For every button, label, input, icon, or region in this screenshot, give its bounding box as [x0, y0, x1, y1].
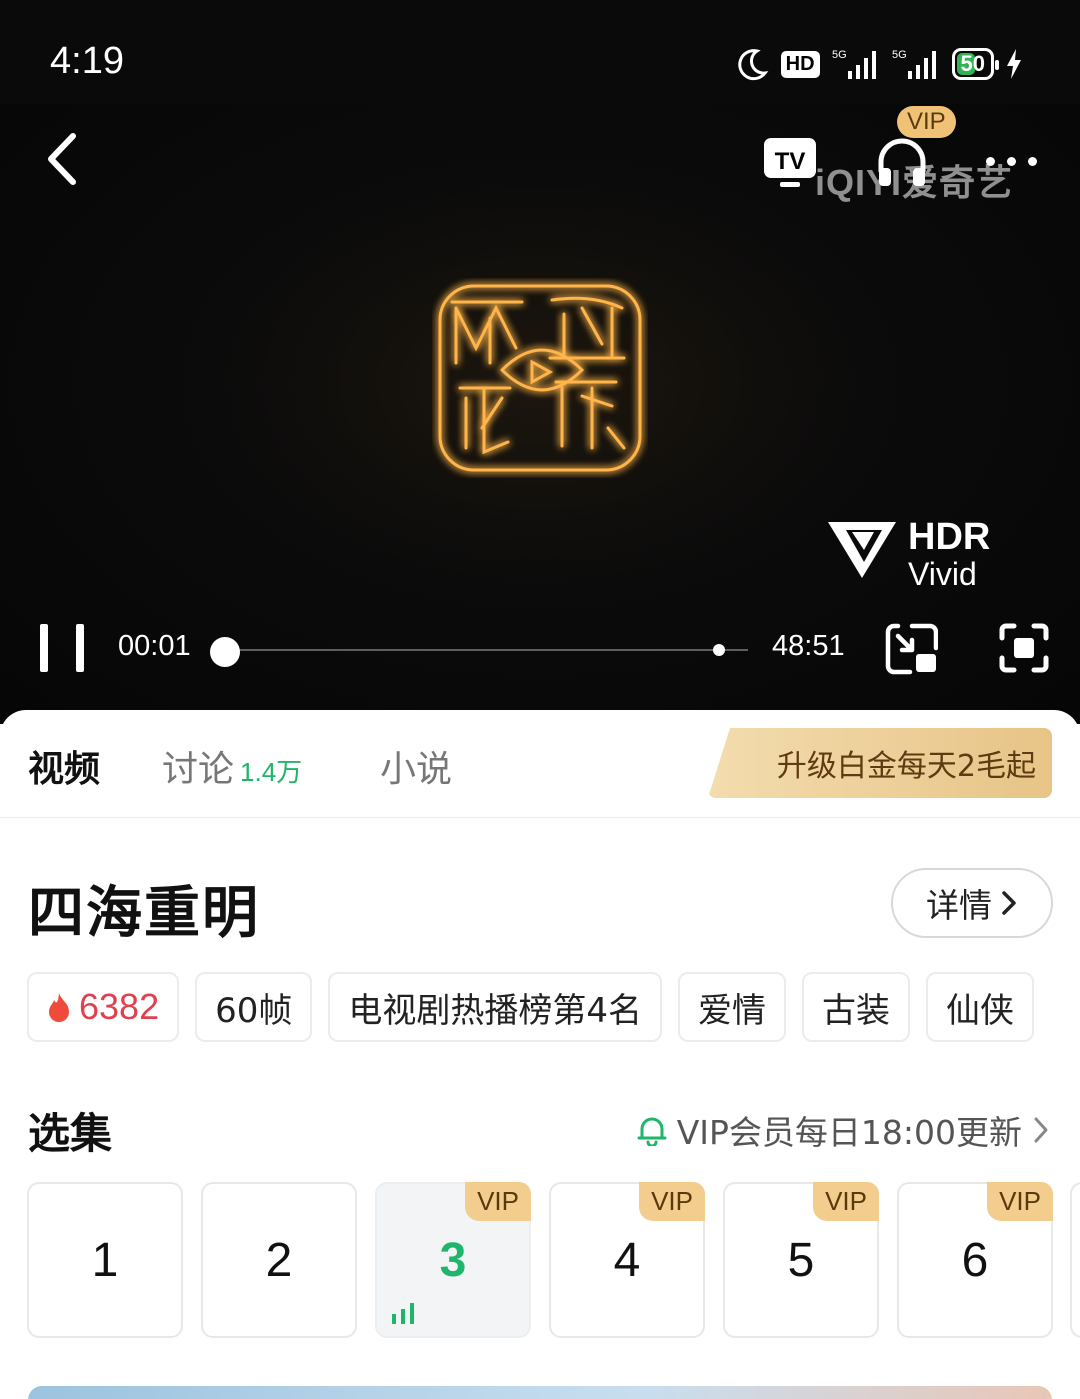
tag-label: 60帧 [215, 990, 293, 1031]
picture-in-picture-button[interactable] [884, 622, 939, 676]
signal-1-label: 5G [832, 49, 847, 61]
episode-item[interactable]: VIP 6 [897, 1182, 1053, 1338]
episode-vip-badge: VIP [639, 1182, 705, 1221]
episode-vip-badge: VIP [813, 1182, 879, 1221]
more-options-button[interactable] [986, 154, 1046, 168]
episode-item[interactable]: 1 [27, 1182, 183, 1338]
episode-item[interactable]: VIP 5 [723, 1182, 879, 1338]
cast-tv-button[interactable]: TV [762, 136, 818, 190]
tag-xianxia[interactable]: 仙侠 [926, 972, 1034, 1042]
pause-button[interactable] [40, 624, 86, 672]
hdr-vivid-logo-icon [828, 522, 896, 578]
episodes-heading: 选集 [28, 1109, 113, 1158]
content-panel: 视频 讨论 1.4万 小说 升级白金每天2毛起 四海重明 详情 6382 60帧 … [0, 710, 1080, 1399]
battery-level: 50 [960, 51, 985, 76]
upgrade-label: 升级白金每天2毛起 [776, 749, 1036, 784]
battery-indicator: 50 [951, 48, 1000, 80]
vivid-label: Vivid [908, 556, 977, 592]
pause-bar-icon [40, 624, 48, 672]
current-time: 00:01 [118, 630, 191, 662]
seek-marker [713, 644, 725, 656]
episode-number: 1 [91, 1233, 119, 1287]
chevron-right-icon [1002, 891, 1016, 915]
tab-novel-label: 小说 [380, 749, 453, 790]
status-icons: HD 5G 5G 50 [735, 44, 1022, 84]
episode-number: 3 [439, 1233, 467, 1287]
tab-discussion-label: 讨论 [162, 749, 235, 790]
episode-item-partial[interactable] [1070, 1182, 1080, 1338]
status-bar: 4:19 HD 5G 5G 50 [0, 0, 1080, 104]
fullscreen-button[interactable] [998, 622, 1050, 674]
duration: 48:51 [772, 630, 845, 662]
upgrade-platinum-button[interactable]: 升级白金每天2毛起 [708, 728, 1052, 798]
player-controls: 00:01 48:51 [0, 616, 1080, 686]
charging-icon [1006, 49, 1022, 79]
heat-value: 6382 [79, 986, 160, 1027]
vip-badge: VIP [897, 106, 956, 138]
episode-number: 6 [961, 1233, 989, 1287]
pause-bar-icon [76, 624, 84, 672]
discussion-count: 1.4万 [240, 757, 303, 787]
signal-icon-2: 5G [892, 47, 940, 81]
video-player[interactable]: TV iQIYI爱奇艺 VIP [0, 104, 1080, 724]
tab-video[interactable]: 视频 [28, 740, 100, 792]
update-note-text: VIP会员每日18:00更新 [676, 1113, 1022, 1152]
promo-banner[interactable] [28, 1386, 1052, 1399]
episode-item[interactable]: 2 [201, 1182, 357, 1338]
signal-2-label: 5G [892, 49, 907, 61]
seek-handle[interactable] [210, 637, 240, 667]
back-arrow-icon [48, 133, 76, 185]
tag-60fps[interactable]: 60帧 [195, 972, 313, 1042]
tag-romance[interactable]: 爱情 [678, 972, 786, 1042]
tab-discussion[interactable]: 讨论 1.4万 [162, 740, 302, 792]
moon-icon [735, 47, 769, 81]
tab-bar: 视频 讨论 1.4万 小说 升级白金每天2毛起 [0, 710, 1080, 818]
details-button[interactable]: 详情 [891, 868, 1053, 938]
audio-mode-button[interactable] [873, 132, 931, 190]
heat-tag[interactable]: 6382 [27, 972, 180, 1042]
tv-label: TV [775, 148, 806, 175]
seek-bar[interactable] [224, 649, 748, 651]
tag-ranking[interactable]: 电视剧热播榜第4名 [328, 972, 662, 1042]
episode-vip-badge: VIP [987, 1182, 1053, 1221]
update-schedule-link[interactable]: VIP会员每日18:00更新 [637, 1106, 1050, 1154]
tv-icon: TV [764, 138, 816, 187]
tag-label: 爱情 [698, 990, 766, 1031]
hd-voice-icon: HD [780, 50, 820, 78]
chevron-right-icon [1034, 1117, 1048, 1143]
tag-label: 仙侠 [946, 990, 1014, 1031]
network-audiovisual-seal-logo [438, 284, 642, 472]
more-dot-icon [986, 156, 995, 166]
episode-number: 5 [787, 1233, 815, 1287]
back-button[interactable] [38, 133, 88, 185]
hdr-label: HDR [908, 516, 991, 558]
tag-label: 电视剧热播榜第4名 [348, 990, 642, 1031]
tab-novel[interactable]: 小说 [380, 740, 452, 792]
episode-item-current[interactable]: VIP 3 [375, 1182, 531, 1338]
episode-vip-badge: VIP [465, 1182, 531, 1221]
now-playing-icon [392, 1303, 414, 1324]
flame-icon [49, 993, 69, 1022]
show-title: 四海重明 [28, 881, 260, 946]
more-dot-icon [1028, 156, 1037, 166]
tag-costume[interactable]: 古装 [802, 972, 910, 1042]
episode-list: 1 2 VIP 3 VIP 4 VIP 5 VIP 6 [27, 1182, 1053, 1338]
bell-icon [637, 1117, 667, 1146]
episode-number: 2 [265, 1233, 293, 1287]
more-dot-icon [1007, 156, 1016, 166]
fullscreen-icon [999, 623, 1049, 673]
hdr-vivid-badge: HDR Vivid [826, 516, 1006, 590]
episode-number: 4 [613, 1233, 641, 1287]
pip-icon [885, 623, 939, 675]
status-time: 4:19 [50, 40, 124, 82]
episode-item[interactable]: VIP 4 [549, 1182, 705, 1338]
details-label: 详情 [926, 886, 992, 925]
tag-label: 古装 [822, 990, 890, 1031]
signal-icon-1: 5G [832, 47, 880, 81]
tag-list: 6382 60帧 电视剧热播榜第4名 爱情 古装 仙侠 [27, 972, 1034, 1042]
headphones-icon [878, 138, 926, 186]
tab-video-label: 视频 [28, 749, 101, 790]
